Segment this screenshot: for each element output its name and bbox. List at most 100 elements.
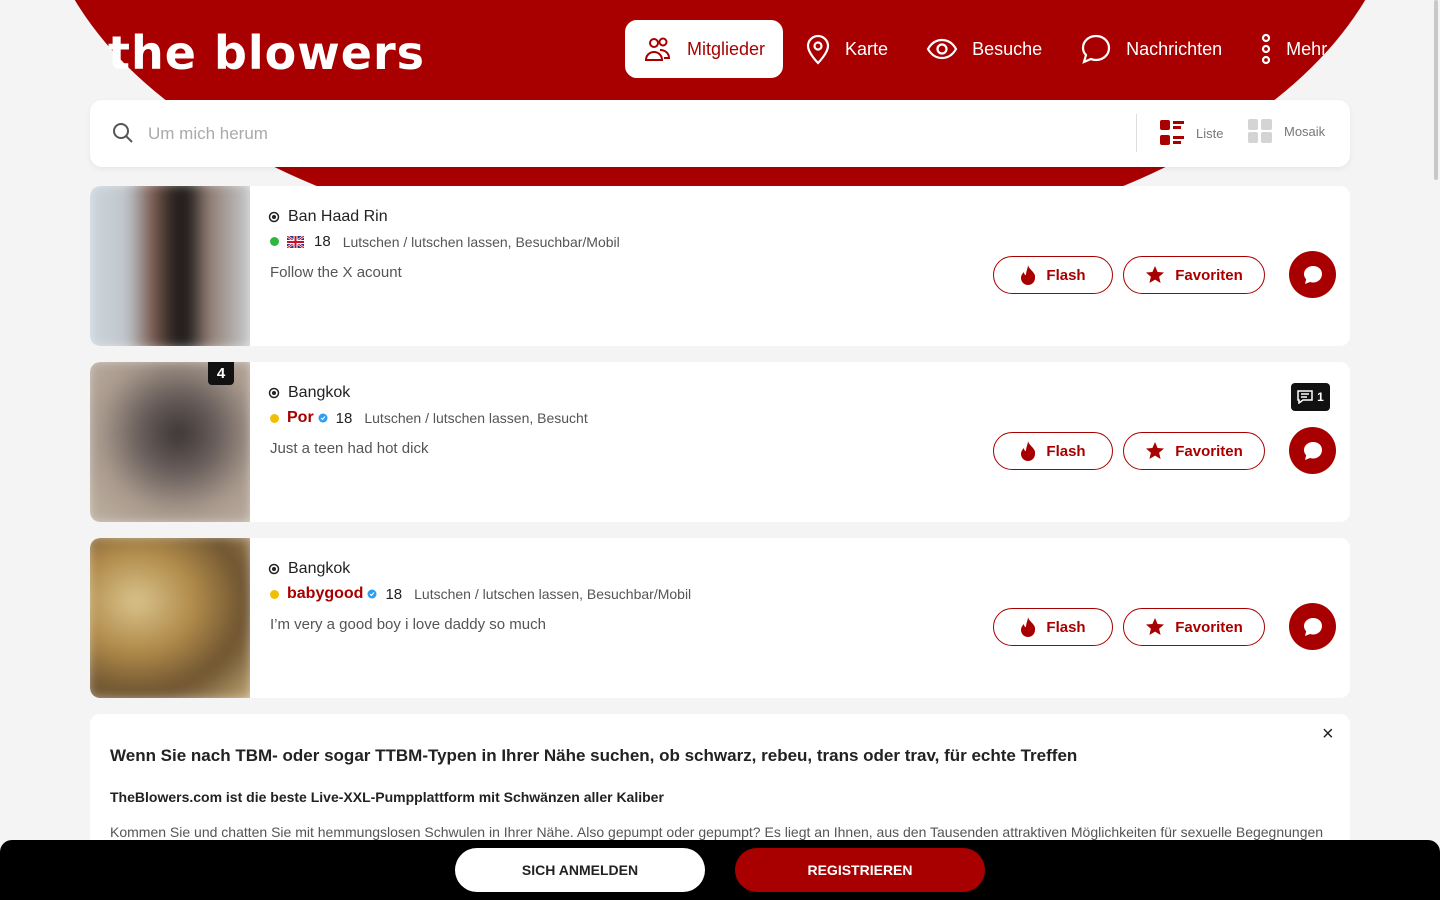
flash-button[interactable]: Flash	[993, 608, 1113, 646]
chat-bubble-icon	[1303, 617, 1322, 636]
flame-icon	[1021, 265, 1036, 285]
flame-icon	[1021, 617, 1036, 637]
uk-flag-icon	[287, 235, 304, 248]
location-label: Ban Haad Rin	[288, 208, 388, 225]
away-status-dot	[270, 413, 279, 423]
chat-bubble-icon	[1303, 441, 1322, 460]
nav-item-visits[interactable]: Besuche	[910, 20, 1058, 78]
members-icon	[644, 37, 671, 61]
tags: Lutschen / lutschen lassen, Besuchbar/Mo…	[342, 233, 620, 250]
message-count: 1	[1317, 390, 1324, 404]
divider	[1136, 114, 1137, 152]
mosaic-view-icon	[1248, 119, 1272, 143]
verified-badge-icon	[367, 589, 377, 599]
close-icon[interactable]: ×	[1322, 724, 1334, 744]
description: I’m very a good boy i love daddy so much	[270, 616, 546, 633]
chat-bubble-icon	[1303, 265, 1322, 284]
chat-icon	[1082, 34, 1111, 64]
favorite-label: Favoriten	[1175, 442, 1243, 460]
view-mosaic-label: Mosaik	[1284, 123, 1326, 139]
flame-icon	[1021, 441, 1036, 461]
flash-label: Flash	[1046, 618, 1086, 636]
username[interactable]: Por	[287, 409, 314, 427]
nav-item-more[interactable]: Mehr	[1244, 20, 1343, 78]
username[interactable]: babygood	[287, 585, 363, 603]
info-subtitle: TheBlowers.com ist die beste Live-XXL-Pu…	[110, 789, 664, 805]
tags: Lutschen / lutschen lassen, Besuchbar/Mo…	[414, 586, 692, 602]
search-input[interactable]	[148, 118, 1108, 150]
flash-label: Flash	[1046, 266, 1086, 284]
profile-meta: Por 18 Lutschen / lutschen lassen, Besuc…	[270, 409, 588, 427]
profile-card[interactable]: 4 Bangkok Por 18 Lutschen / lutschen las…	[90, 362, 1350, 522]
star-icon	[1146, 266, 1165, 283]
eye-icon	[926, 38, 958, 60]
nav-label: Besuche	[972, 38, 1043, 59]
profile-photo[interactable]	[90, 186, 250, 346]
view-mosaic-button[interactable]: Mosaik	[1248, 118, 1325, 144]
nav-item-members[interactable]: Mitglieder	[625, 20, 784, 78]
nav-label: Karte	[845, 38, 889, 59]
header: the blowers Mitglieder Karte Besuche Nac…	[0, 0, 1440, 100]
nav-label: Nachrichten	[1126, 38, 1223, 59]
flash-button[interactable]: Flash	[993, 256, 1113, 294]
flash-label: Flash	[1046, 442, 1086, 460]
map-pin-icon	[806, 34, 830, 65]
register-button[interactable]: REGISTRIEREN	[735, 848, 985, 892]
location: Bangkok	[268, 384, 350, 402]
info-title: Wenn Sie nach TBM- oder sogar TTBM-Typen…	[110, 746, 1078, 765]
online-status-dot	[270, 237, 279, 246]
bottom-bar: SICH ANMELDEN REGISTRIEREN	[0, 840, 1440, 900]
logo[interactable]: the blowers	[108, 26, 425, 80]
location-icon	[268, 563, 280, 575]
login-button[interactable]: SICH ANMELDEN	[455, 848, 705, 892]
verified-badge-icon	[318, 413, 328, 423]
message-count-badge: 1	[1291, 383, 1330, 411]
info-body: Kommen Sie und chatten Sie mit hemmungsl…	[110, 824, 1324, 840]
favorite-button[interactable]: Favoriten	[1123, 432, 1265, 470]
flash-button[interactable]: Flash	[993, 432, 1113, 470]
tags: Lutschen / lutschen lassen, Besucht	[364, 410, 588, 426]
age: 18	[385, 585, 403, 603]
away-status-dot	[270, 589, 279, 599]
location-label: Bangkok	[288, 384, 351, 401]
location-label: Bangkok	[288, 560, 351, 577]
more-vertical-icon	[1262, 33, 1271, 65]
profile-card[interactable]: Bangkok babygood 18 Lutschen / lutschen …	[90, 538, 1350, 698]
chat-button[interactable]	[1289, 603, 1336, 650]
profile-card[interactable]: Ban Haad Rin 18 Lutschen / lutschen lass…	[90, 186, 1350, 346]
comment-icon	[1297, 390, 1313, 404]
age: 18	[314, 233, 331, 250]
nav-item-messages[interactable]: Nachrichten	[1064, 20, 1238, 78]
profile-meta: babygood 18 Lutschen / lutschen lassen, …	[270, 585, 691, 603]
nav-item-map[interactable]: Karte	[789, 20, 904, 78]
view-list-button[interactable]: Liste	[1160, 118, 1223, 148]
main-nav: Mitglieder Karte Besuche Nachrichten Meh…	[625, 20, 1349, 78]
nav-label: Mehr	[1286, 38, 1328, 59]
scrollbar[interactable]	[1434, 0, 1438, 180]
chat-button[interactable]	[1289, 251, 1336, 298]
photo-count-badge: 4	[208, 362, 234, 385]
favorite-button[interactable]: Favoriten	[1123, 256, 1265, 294]
profile-meta: 18 Lutschen / lutschen lassen, Besuchbar…	[270, 233, 620, 250]
profile-photo[interactable]	[90, 362, 250, 522]
location: Bangkok	[268, 560, 350, 578]
search-bar: Liste Mosaik	[90, 100, 1350, 167]
location-icon	[268, 387, 280, 399]
description: Follow the X acount	[270, 264, 402, 281]
star-icon	[1146, 618, 1165, 635]
chat-button[interactable]	[1289, 427, 1336, 474]
age: 18	[335, 409, 353, 427]
favorite-label: Favoriten	[1175, 266, 1243, 284]
nav-label: Mitglieder	[687, 38, 766, 59]
favorite-button[interactable]: Favoriten	[1123, 608, 1265, 646]
location-icon	[268, 211, 280, 223]
description: Just a teen had hot dick	[270, 440, 429, 457]
profile-photo[interactable]	[90, 538, 250, 698]
search-icon	[113, 123, 133, 143]
view-list-label: Liste	[1196, 125, 1224, 141]
favorite-label: Favoriten	[1175, 618, 1243, 636]
star-icon	[1146, 442, 1165, 459]
location: Ban Haad Rin	[268, 208, 388, 226]
list-view-icon	[1160, 120, 1184, 145]
info-panel: × Wenn Sie nach TBM- oder sogar TTBM-Typ…	[90, 714, 1350, 854]
